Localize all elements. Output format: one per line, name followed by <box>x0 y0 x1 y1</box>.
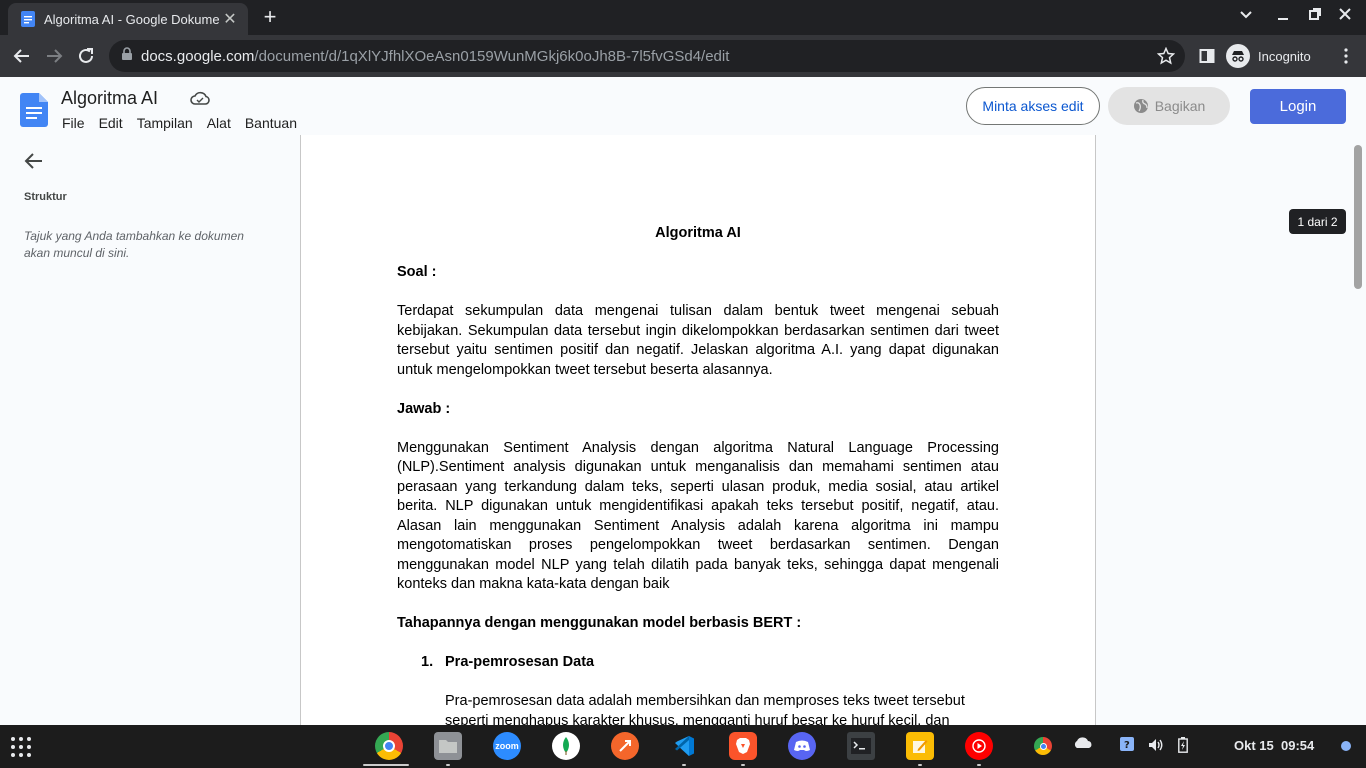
system-clock[interactable]: Okt 15 09:54 <box>1234 738 1314 753</box>
document-outline: Struktur Tajuk yang Anda tambahkan ke do… <box>0 135 300 725</box>
incognito-icon <box>1226 44 1250 68</box>
login-button[interactable]: Login <box>1250 89 1346 124</box>
document-page[interactable]: Algoritma AI Soal : Terdapat sekumpulan … <box>300 135 1096 725</box>
url-path: /document/d/1qXlYJfhlXOeAsn0159WunMGkj6k… <box>254 47 730 65</box>
new-tab-icon[interactable]: + <box>258 6 282 30</box>
launcher-icon[interactable] <box>10 736 32 763</box>
text-editor-app-icon[interactable] <box>906 732 934 760</box>
jawab-label: Jawab : <box>397 400 451 417</box>
list-item: 1. Pra-pemrosesan Data <box>397 653 999 673</box>
menu-edit[interactable]: Edit <box>99 115 123 131</box>
terminal-app-icon[interactable] <box>847 732 875 760</box>
close-outline-arrow-icon[interactable] <box>24 152 44 175</box>
files-app-icon[interactable] <box>434 732 462 760</box>
menu-tools[interactable]: Alat <box>207 115 231 131</box>
menu-view[interactable]: Tampilan <box>137 115 193 131</box>
running-indicator <box>977 764 981 766</box>
notification-dot-icon[interactable] <box>1341 741 1351 751</box>
docs-header: Algoritma AI File Edit Tampilan Alat Ban… <box>0 77 1366 135</box>
running-indicator <box>446 764 450 766</box>
menu-bar: File Edit Tampilan Alat Bantuan <box>62 115 311 131</box>
bookmark-star-icon[interactable] <box>1156 46 1176 70</box>
youtube-music-app-icon[interactable] <box>965 732 993 760</box>
url-host: docs.google.com <box>141 47 255 65</box>
step1-paragraph: Pra-pemrosesan data adalah membersihkan … <box>445 693 965 725</box>
postman-app-icon[interactable] <box>611 732 639 760</box>
soal-label: Soal : <box>397 264 437 280</box>
share-button[interactable]: Bagikan <box>1108 87 1230 125</box>
svg-text:?: ? <box>1124 740 1130 751</box>
discord-app-icon[interactable] <box>788 732 816 760</box>
request-edit-access-button[interactable]: Minta akses edit <box>966 87 1100 125</box>
battery-icon[interactable] <box>1178 737 1188 756</box>
incognito-label: Incognito <box>1258 48 1311 64</box>
outline-title: Struktur <box>24 191 67 203</box>
reload-icon[interactable] <box>73 43 99 69</box>
chrome-tray-icon[interactable] <box>1034 737 1052 755</box>
list-number: 1. <box>421 654 434 670</box>
document-content[interactable]: Algoritma AI Soal : Terdapat sekumpulan … <box>397 224 999 725</box>
steps-heading: Tahapannya dengan menggunakan model berb… <box>397 615 802 631</box>
close-icon[interactable]: ✕ <box>220 9 240 29</box>
chevron-down-icon[interactable] <box>1236 7 1256 27</box>
docs-logo-icon[interactable] <box>20 93 48 132</box>
forward-icon[interactable] <box>41 43 67 69</box>
time-label: 09:54 <box>1280 738 1315 753</box>
document-title[interactable]: Algoritma AI <box>61 88 158 109</box>
cloud-saved-icon[interactable] <box>190 91 210 110</box>
address-bar[interactable]: docs.google.com/document/d/1qXlYJfhlXOeA… <box>109 40 1185 72</box>
menu-help[interactable]: Bantuan <box>245 115 297 131</box>
tab-strip: Algoritma AI - Google Dokumen ✕ + <box>0 0 1366 35</box>
side-panel-icon[interactable] <box>1194 43 1220 69</box>
tab-title: Algoritma AI - Google Dokumen <box>44 11 220 27</box>
docs-favicon-icon <box>20 11 36 27</box>
cloud-sync-icon[interactable] <box>1073 737 1093 752</box>
menu-file[interactable]: File <box>62 115 85 131</box>
lock-icon[interactable] <box>121 46 133 66</box>
close-window-icon[interactable] <box>1335 7 1355 27</box>
zoom-label: zoom <box>495 741 519 751</box>
globe-icon <box>1133 98 1149 114</box>
running-indicator <box>682 764 686 766</box>
restore-icon[interactable] <box>1305 7 1325 27</box>
volume-icon[interactable] <box>1148 737 1164 756</box>
chrome-app-icon[interactable] <box>375 732 403 760</box>
browser-tab[interactable]: Algoritma AI - Google Dokumen ✕ <box>8 3 248 35</box>
date-label: Okt 15 <box>1234 738 1274 753</box>
brave-app-icon[interactable] <box>729 732 757 760</box>
incognito-badge[interactable]: Incognito <box>1226 40 1311 72</box>
document-heading: Algoritma AI <box>655 225 741 241</box>
kebab-menu-icon[interactable] <box>1333 43 1359 69</box>
minimize-icon[interactable] <box>1273 7 1293 27</box>
active-app-indicator <box>363 764 409 766</box>
help-icon[interactable]: ? <box>1120 737 1134 756</box>
share-label: Bagikan <box>1154 98 1206 114</box>
list-item-title: Pra-pemrosesan Data <box>445 654 595 670</box>
running-indicator <box>741 764 745 766</box>
jawab-paragraph: Menggunakan Sentiment Analysis dengan al… <box>397 439 999 593</box>
soal-paragraph: Terdapat sekumpulan data mengenai tulisa… <box>397 303 999 378</box>
browser-toolbar: docs.google.com/document/d/1qXlYJfhlXOeA… <box>0 35 1366 77</box>
zoom-app-icon[interactable]: zoom <box>493 732 521 760</box>
outline-hint: Tajuk yang Anda tambahkan ke dokumen aka… <box>24 229 244 260</box>
scrollbar[interactable] <box>1352 135 1366 725</box>
taskbar: zoom ? Okt 15 09:54 <box>0 725 1366 768</box>
running-indicator <box>918 764 922 766</box>
vscode-app-icon[interactable] <box>670 732 698 760</box>
scrollbar-thumb[interactable] <box>1354 145 1362 289</box>
back-icon[interactable] <box>9 43 35 69</box>
page-indicator: 1 dari 2 <box>1289 209 1346 234</box>
mongodb-app-icon[interactable] <box>552 732 580 760</box>
